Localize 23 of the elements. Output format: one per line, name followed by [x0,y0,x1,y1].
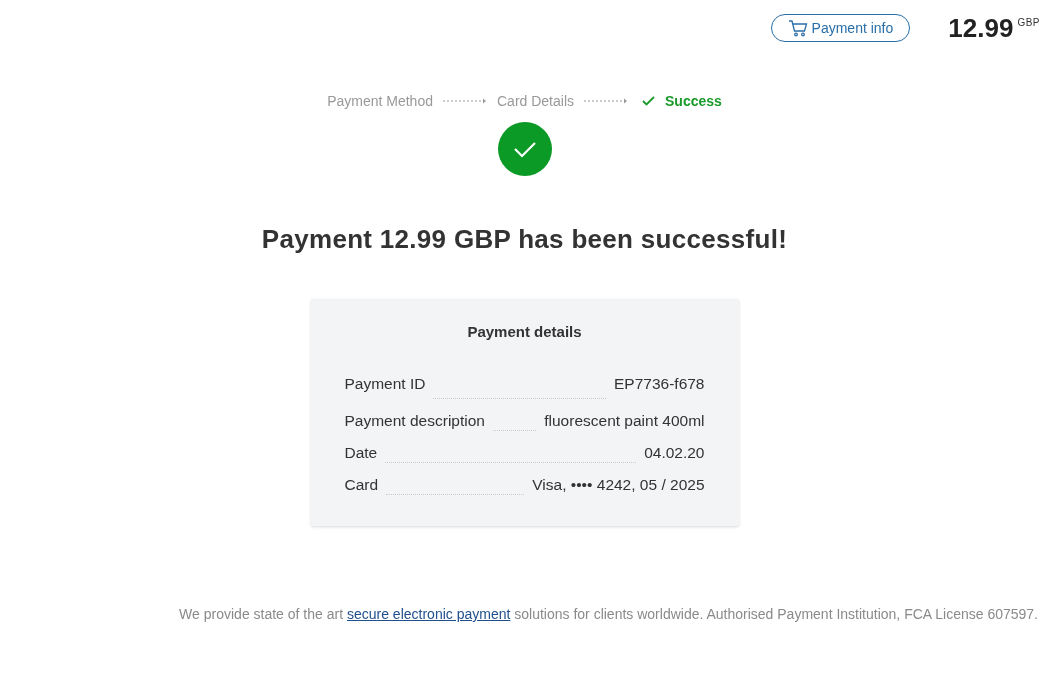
amount: 12.99 [948,12,1014,44]
detail-value: 04.02.20 [644,443,705,463]
detail-label: Date [344,443,378,463]
detail-label: Payment description [344,411,485,431]
detail-label: Payment ID [344,374,426,394]
detail-value: EP7736-f678 [614,374,705,394]
success-check-icon [497,122,552,176]
success-heading: Payment 12.99 GBP has been successful! [261,224,788,255]
detail-value: fluorescent paint 400ml [544,411,705,431]
step-label: Card Details [497,93,574,109]
step-label: Payment Method [327,93,433,109]
step-label: Success [665,93,722,109]
dotted-arrow-icon [443,97,487,105]
check-icon [642,96,655,106]
detail-label: Card [344,475,379,495]
detail-value: Visa, •••• 4242, 05 / 2025 [532,475,705,495]
dotted-arrow-icon [584,97,628,105]
payment-info-button[interactable]: Payment info [770,14,911,42]
details-title: Payment details [466,323,583,340]
currency: GBP [1017,16,1040,28]
cart-icon [787,19,808,37]
footer-text: We provide state of the art secure electronic payment solutions for clients worldwide. Authorised Payment Institution, FCA License 607597. [179,606,1038,622]
secure-payment-link[interactable]: secure electronic payment [346,606,511,622]
